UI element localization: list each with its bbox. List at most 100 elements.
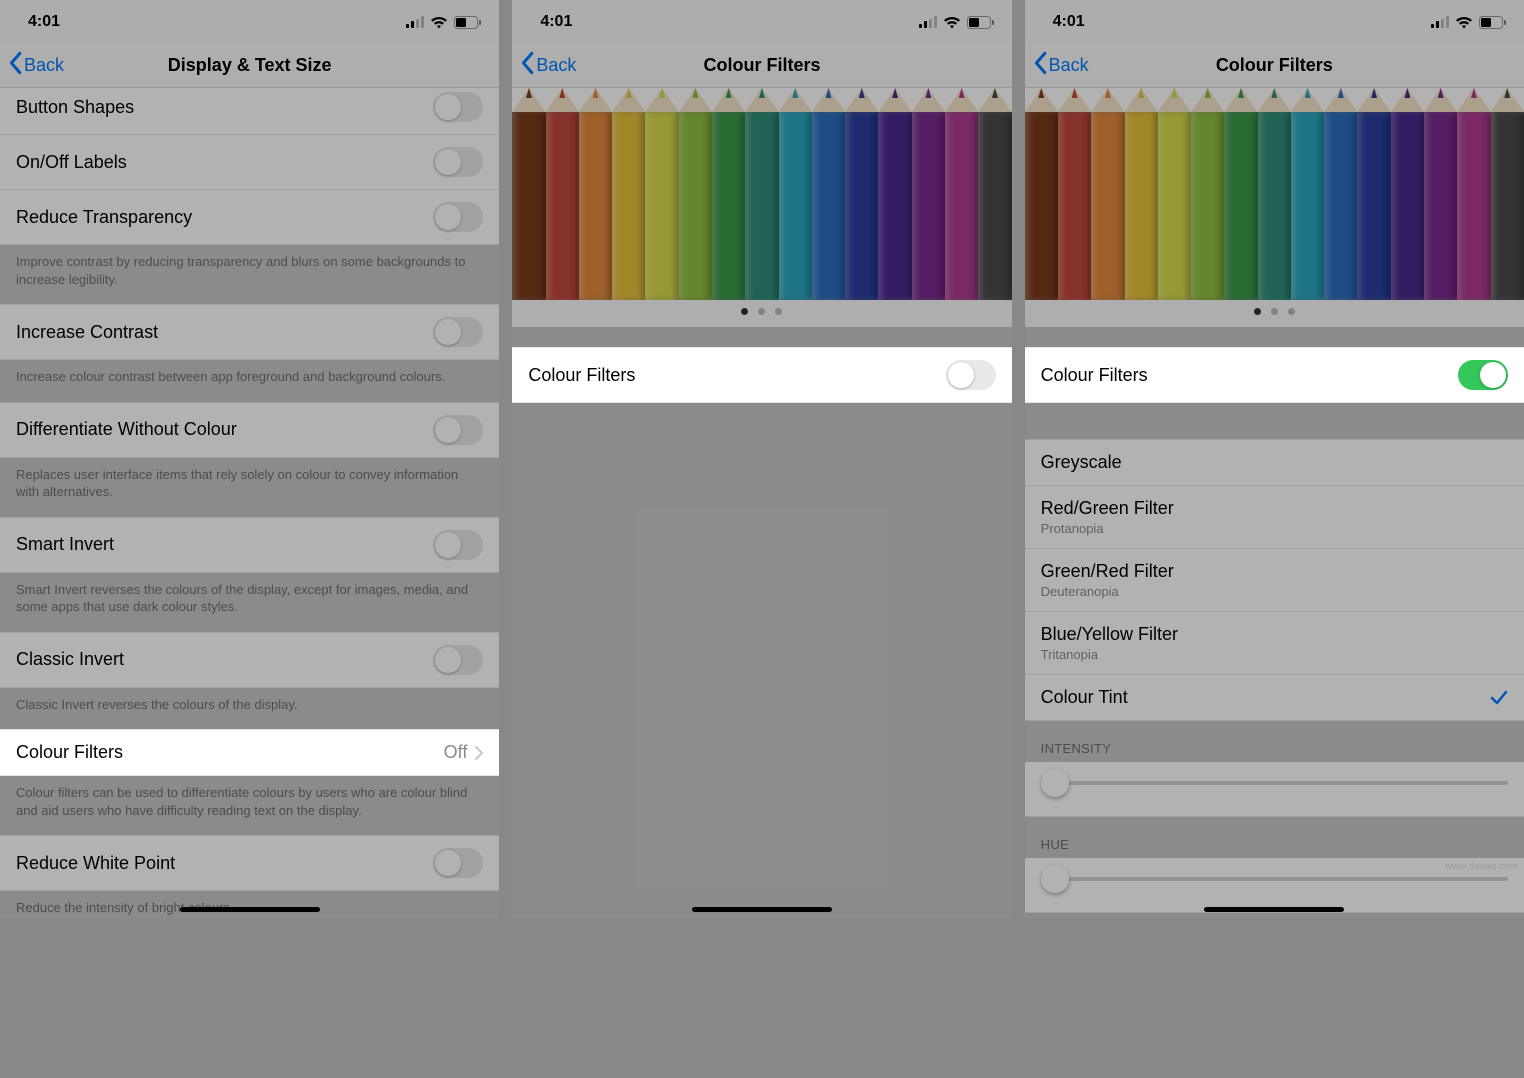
intensity-slider-row bbox=[1025, 762, 1524, 817]
status-icons bbox=[406, 16, 481, 29]
dot-1[interactable] bbox=[1254, 308, 1261, 315]
watermark: www.deuaq.com bbox=[1445, 861, 1518, 871]
sublabel: Protanopia bbox=[1041, 521, 1174, 536]
row-greyscale[interactable]: Greyscale bbox=[1025, 439, 1524, 486]
toggle-colour-filters[interactable] bbox=[946, 360, 996, 390]
pencil bbox=[1491, 88, 1524, 300]
nav-bar: Back Display & Text Size bbox=[0, 44, 499, 88]
pencil bbox=[612, 88, 645, 300]
toggle-reduce-white-point[interactable] bbox=[433, 848, 483, 878]
row-classic-invert[interactable]: Classic Invert bbox=[0, 632, 499, 688]
pencils-preview[interactable] bbox=[1025, 88, 1524, 327]
pencil bbox=[1457, 88, 1490, 300]
label: Green/Red Filter bbox=[1041, 561, 1174, 582]
row-increase-contrast[interactable]: Increase Contrast bbox=[0, 304, 499, 360]
wifi-icon bbox=[430, 16, 448, 29]
row-colour-filters-toggle[interactable]: Colour Filters bbox=[512, 347, 1011, 403]
row-colour-filters-toggle[interactable]: Colour Filters bbox=[1025, 347, 1524, 403]
toggle-smart-invert[interactable] bbox=[433, 530, 483, 560]
pencil bbox=[978, 88, 1011, 300]
status-bar: 4:01 bbox=[0, 0, 499, 44]
row-reduce-transparency[interactable]: Reduce Transparency bbox=[0, 190, 499, 245]
status-time: 4:01 bbox=[1053, 13, 1085, 31]
pencil bbox=[1391, 88, 1424, 300]
status-icons bbox=[919, 16, 994, 29]
row-button-shapes[interactable]: Button Shapes bbox=[0, 80, 499, 135]
page-dots[interactable] bbox=[1025, 300, 1524, 327]
dot-3[interactable] bbox=[1288, 308, 1295, 315]
row-colour-tint[interactable]: Colour Tint bbox=[1025, 675, 1524, 721]
home-indicator[interactable] bbox=[1204, 907, 1344, 912]
chevron-left-icon bbox=[518, 51, 536, 80]
row-colour-filters[interactable]: Colour Filters Off bbox=[0, 729, 499, 776]
chevron-left-icon bbox=[1031, 51, 1049, 80]
sublabel: Tritanopia bbox=[1041, 647, 1178, 662]
home-indicator[interactable] bbox=[692, 907, 832, 912]
pencil bbox=[1291, 88, 1324, 300]
label: Button Shapes bbox=[16, 97, 134, 118]
pencil bbox=[1424, 88, 1457, 300]
back-label: Back bbox=[1049, 55, 1089, 76]
pencil bbox=[1125, 88, 1158, 300]
screen-colour-filters-on: 4:01 Back Colour Filters Colour Filters … bbox=[1025, 0, 1524, 919]
toggle-onoff-labels[interactable] bbox=[433, 147, 483, 177]
pencils-preview[interactable] bbox=[512, 88, 1011, 327]
back-button[interactable]: Back bbox=[518, 51, 576, 80]
pencil bbox=[1091, 88, 1124, 300]
pencil bbox=[579, 88, 612, 300]
pencil bbox=[1158, 88, 1191, 300]
row-reduce-white-point[interactable]: Reduce White Point bbox=[0, 835, 499, 891]
pencil bbox=[945, 88, 978, 300]
row-green-red-filter[interactable]: Green/Red Filter Deuteranopia bbox=[1025, 549, 1524, 612]
row-onoff-labels[interactable]: On/Off Labels bbox=[0, 135, 499, 190]
label: Colour Tint bbox=[1041, 687, 1128, 708]
dot-2[interactable] bbox=[1271, 308, 1278, 315]
pencil bbox=[546, 88, 579, 300]
row-blue-yellow-filter[interactable]: Blue/Yellow Filter Tritanopia bbox=[1025, 612, 1524, 675]
toggle-increase-contrast[interactable] bbox=[433, 317, 483, 347]
pencil bbox=[679, 88, 712, 300]
dot-1[interactable] bbox=[741, 308, 748, 315]
footer-smart-invert: Smart Invert reverses the colours of the… bbox=[0, 573, 499, 632]
battery-icon bbox=[454, 16, 481, 29]
hue-header: HUE bbox=[1025, 817, 1524, 858]
back-button[interactable]: Back bbox=[1031, 51, 1089, 80]
toggle-button-shapes[interactable] bbox=[433, 92, 483, 122]
pencil bbox=[912, 88, 945, 300]
row-red-green-filter[interactable]: Red/Green Filter Protanopia bbox=[1025, 486, 1524, 549]
footer-increase-contrast: Increase colour contrast between app for… bbox=[0, 360, 499, 402]
sublabel: Deuteranopia bbox=[1041, 584, 1174, 599]
toggle-colour-filters[interactable] bbox=[1458, 360, 1508, 390]
back-label: Back bbox=[536, 55, 576, 76]
back-button[interactable]: Back bbox=[6, 51, 64, 80]
footer-diff-without-colour: Replaces user interface items that rely … bbox=[0, 458, 499, 517]
toggle-classic-invert[interactable] bbox=[433, 645, 483, 675]
label: On/Off Labels bbox=[16, 152, 127, 173]
row-smart-invert[interactable]: Smart Invert bbox=[0, 517, 499, 573]
intensity-slider[interactable] bbox=[1041, 768, 1508, 798]
page-dots[interactable] bbox=[512, 300, 1011, 327]
nav-title: Colour Filters bbox=[703, 55, 820, 76]
row-diff-without-colour[interactable]: Differentiate Without Colour bbox=[0, 402, 499, 458]
footer-colour-filters: Colour filters can be used to differenti… bbox=[0, 776, 499, 835]
toggle-reduce-transparency[interactable] bbox=[433, 202, 483, 232]
home-indicator[interactable] bbox=[180, 907, 320, 912]
nav-bar: Back Colour Filters bbox=[1025, 44, 1524, 88]
checkmark-icon bbox=[1490, 690, 1508, 706]
status-icons bbox=[1431, 16, 1506, 29]
toggle-diff-without-colour[interactable] bbox=[433, 415, 483, 445]
pencil bbox=[1058, 88, 1091, 300]
dot-3[interactable] bbox=[775, 308, 782, 315]
pencil bbox=[1191, 88, 1224, 300]
dot-2[interactable] bbox=[758, 308, 765, 315]
label: Increase Contrast bbox=[16, 322, 158, 343]
battery-icon bbox=[1479, 16, 1506, 29]
pencil bbox=[1258, 88, 1291, 300]
pencil bbox=[812, 88, 845, 300]
status-bar: 4:01 bbox=[512, 0, 1011, 44]
pencil bbox=[712, 88, 745, 300]
pencil bbox=[512, 88, 545, 300]
status-bar: 4:01 bbox=[1025, 0, 1524, 44]
hue-slider[interactable] bbox=[1041, 864, 1508, 894]
pencil bbox=[1224, 88, 1257, 300]
